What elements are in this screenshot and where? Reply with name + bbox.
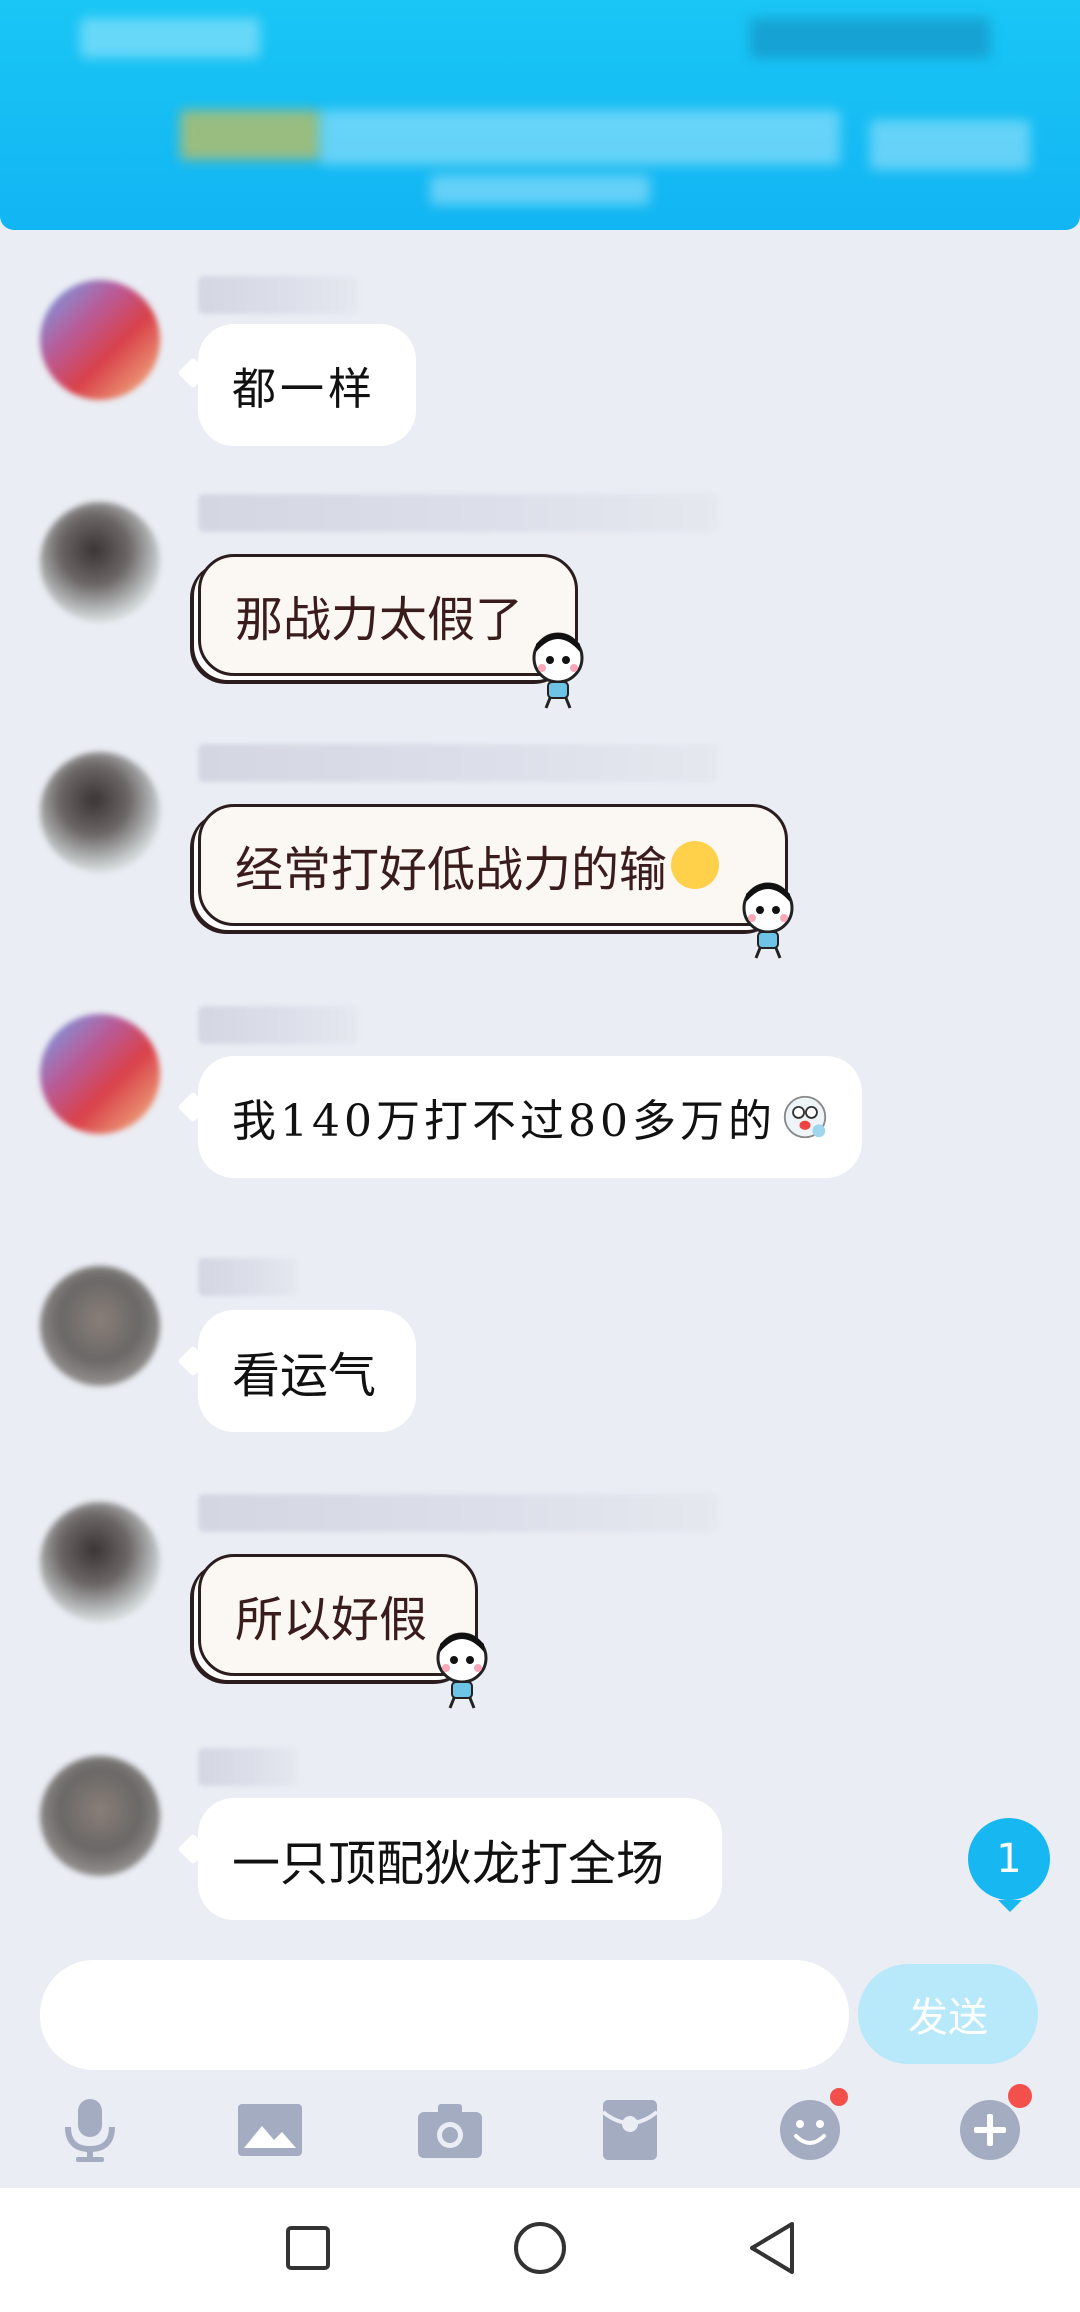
message-text: 所以好假: [235, 1592, 428, 1648]
bubble-sticker-icon: [436, 1632, 488, 1709]
group-title-blurred-badge: [180, 110, 320, 160]
unread-count: 1: [996, 1836, 1022, 1882]
back-triangle-icon: [750, 2222, 794, 2274]
sender-name-blurred: [198, 494, 718, 532]
sender-name-blurred: [198, 1748, 298, 1786]
plus-icon: [960, 2100, 1020, 2160]
send-button[interactable]: 发送: [858, 1964, 1038, 2064]
sender-name-blurred: [198, 1258, 298, 1296]
message-text: 看运气: [232, 1348, 377, 1404]
message-bubble[interactable]: 经常打好低战力的输: [198, 804, 788, 926]
more-notify-dot: [1008, 2084, 1032, 2108]
group-subtitle-blurred: [430, 175, 650, 205]
microphone-icon: [65, 2099, 115, 2162]
input-toolbar: [0, 2084, 1080, 2180]
group-title-blurred[interactable]: [320, 110, 840, 165]
message-bubble[interactable]: 看运气: [198, 1310, 416, 1432]
system-nav-bar: [0, 2188, 1080, 2312]
camera-button[interactable]: [410, 2090, 490, 2170]
chat-header: [0, 0, 1080, 230]
header-actions-blurred[interactable]: [870, 120, 1030, 170]
header-blurred-left: [80, 18, 260, 58]
emoji-notify-dot: [830, 2088, 848, 2106]
recents-button[interactable]: [278, 2218, 338, 2278]
status-bar-blurred: [750, 18, 990, 58]
message-bubble[interactable]: 我140万打不过80多万的: [198, 1056, 862, 1178]
avatar[interactable]: [40, 280, 160, 400]
message-list[interactable]: 都一样 那战力太假了 经常打好低战力的输 我140万打不过80多万的 看运气 所…: [0, 230, 1080, 1950]
bubble-sticker-icon: [532, 632, 584, 709]
message-text: 我140万打不过80多万的: [232, 1096, 776, 1147]
sender-name-blurred: [198, 1494, 718, 1532]
unread-count-badge[interactable]: 1: [968, 1818, 1050, 1912]
message-text: 那战力太假了: [235, 592, 524, 648]
avatar[interactable]: [40, 752, 160, 872]
sender-name-blurred: [198, 276, 358, 314]
emoji-icon: [780, 2100, 840, 2160]
message-input[interactable]: [40, 1960, 849, 2070]
red-packet-button[interactable]: [590, 2090, 670, 2170]
message-text: 一只顶配狄龙打全场: [232, 1836, 665, 1892]
red-packet-icon: [601, 2100, 659, 2160]
voice-button[interactable]: [50, 2090, 130, 2170]
laughing-crying-emoji-icon: [671, 841, 720, 889]
send-label: 发送: [908, 1995, 988, 2041]
message-text: 都一样: [232, 364, 376, 415]
camera-icon: [418, 2104, 482, 2158]
more-button[interactable]: [950, 2084, 1032, 2170]
home-button[interactable]: [510, 2218, 570, 2278]
message-text: 经常打好低战力的输: [235, 842, 668, 898]
avatar[interactable]: [40, 1266, 160, 1386]
recents-square-icon: [286, 2226, 330, 2270]
avatar[interactable]: [40, 1014, 160, 1134]
image-button[interactable]: [230, 2090, 310, 2170]
avatar[interactable]: [40, 1756, 160, 1876]
home-circle-icon: [514, 2222, 566, 2274]
sender-name-blurred: [198, 1006, 358, 1044]
back-button[interactable]: [742, 2218, 802, 2278]
image-icon: [238, 2104, 302, 2156]
shocked-emoji-icon: [783, 1095, 827, 1139]
bubble-sticker-icon: [742, 882, 794, 959]
message-bubble[interactable]: 那战力太假了: [198, 554, 578, 676]
message-bubble[interactable]: 一只顶配狄龙打全场: [198, 1798, 722, 1920]
emoji-button[interactable]: [770, 2088, 850, 2170]
message-bubble[interactable]: 都一样: [198, 324, 416, 446]
avatar[interactable]: [40, 1502, 160, 1622]
sender-name-blurred: [198, 744, 718, 782]
avatar[interactable]: [40, 502, 160, 622]
